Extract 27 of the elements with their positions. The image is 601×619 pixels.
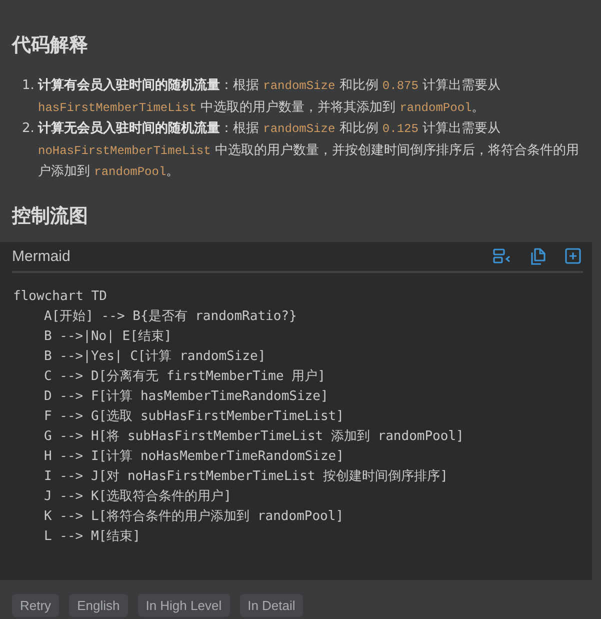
- code-line: I --> J[对 noHasFirstMemberTimeList 按创建时间倒序排序]: [44, 468, 448, 486]
- list-number: 2.: [22, 120, 36, 138]
- explanation-text: 计算无会员入驻时间的随机流量：根据 randomSize 和比例 0.125 计算出需要从 noHasFirstMemberTimeList 中选取的用户数量，并按创建时间倒序排序后，将符合条件的用户添加到 randomPool。: [38, 120, 580, 181]
- code-line: B -->|Yes| C[计算 randomSize]: [44, 348, 266, 366]
- action-button[interactable]: In High Level: [138, 594, 230, 617]
- copy-icon[interactable]: [530, 248, 546, 264]
- action-button[interactable]: In Detail: [240, 594, 304, 617]
- action-button[interactable]: English: [69, 594, 128, 617]
- action-button[interactable]: Retry: [12, 594, 60, 617]
- code-line: D --> F[计算 hasMemberTimeRandomSize]: [44, 388, 328, 406]
- code-line: A[开始] --> B{是否有 randomRatio?}: [44, 308, 297, 326]
- section-heading: 代码解释: [12, 33, 88, 58]
- explanation-text: 计算有会员入驻时间的随机流量：根据 randomSize 和比例 0.875 计算出需要从 hasFirstMemberTimeList 中选取的用户数量，并将其添加到 randomPool。: [38, 76, 502, 116]
- code-line: C --> D[分离有无 firstMemberTime 用户]: [44, 368, 326, 386]
- code-line: B -->|No| E[结束]: [44, 328, 172, 346]
- code-line: flowchart TD: [13, 288, 107, 306]
- list-number: 1.: [22, 77, 36, 95]
- code-line: L --> M[结束]: [44, 528, 140, 546]
- code-line: H --> I[计算 noHasMemberTimeRandomSize]: [44, 448, 344, 466]
- code-line: K --> L[将符合条件的用户添加到 randomPool]: [44, 508, 344, 526]
- code-line: J --> K[选取符合条件的用户]: [44, 488, 232, 506]
- code-line: G --> H[将 subHasFirstMemberTimeList 添加到 randomPool]: [44, 428, 464, 446]
- rows-chevron-icon[interactable]: [493, 248, 511, 264]
- code-line: F --> G[选取 subHasFirstMemberTimeList]: [44, 408, 344, 426]
- add-square-icon[interactable]: [565, 248, 581, 264]
- section-heading: 控制流图: [12, 204, 88, 228]
- code-language-label: Mermaid: [12, 248, 70, 264]
